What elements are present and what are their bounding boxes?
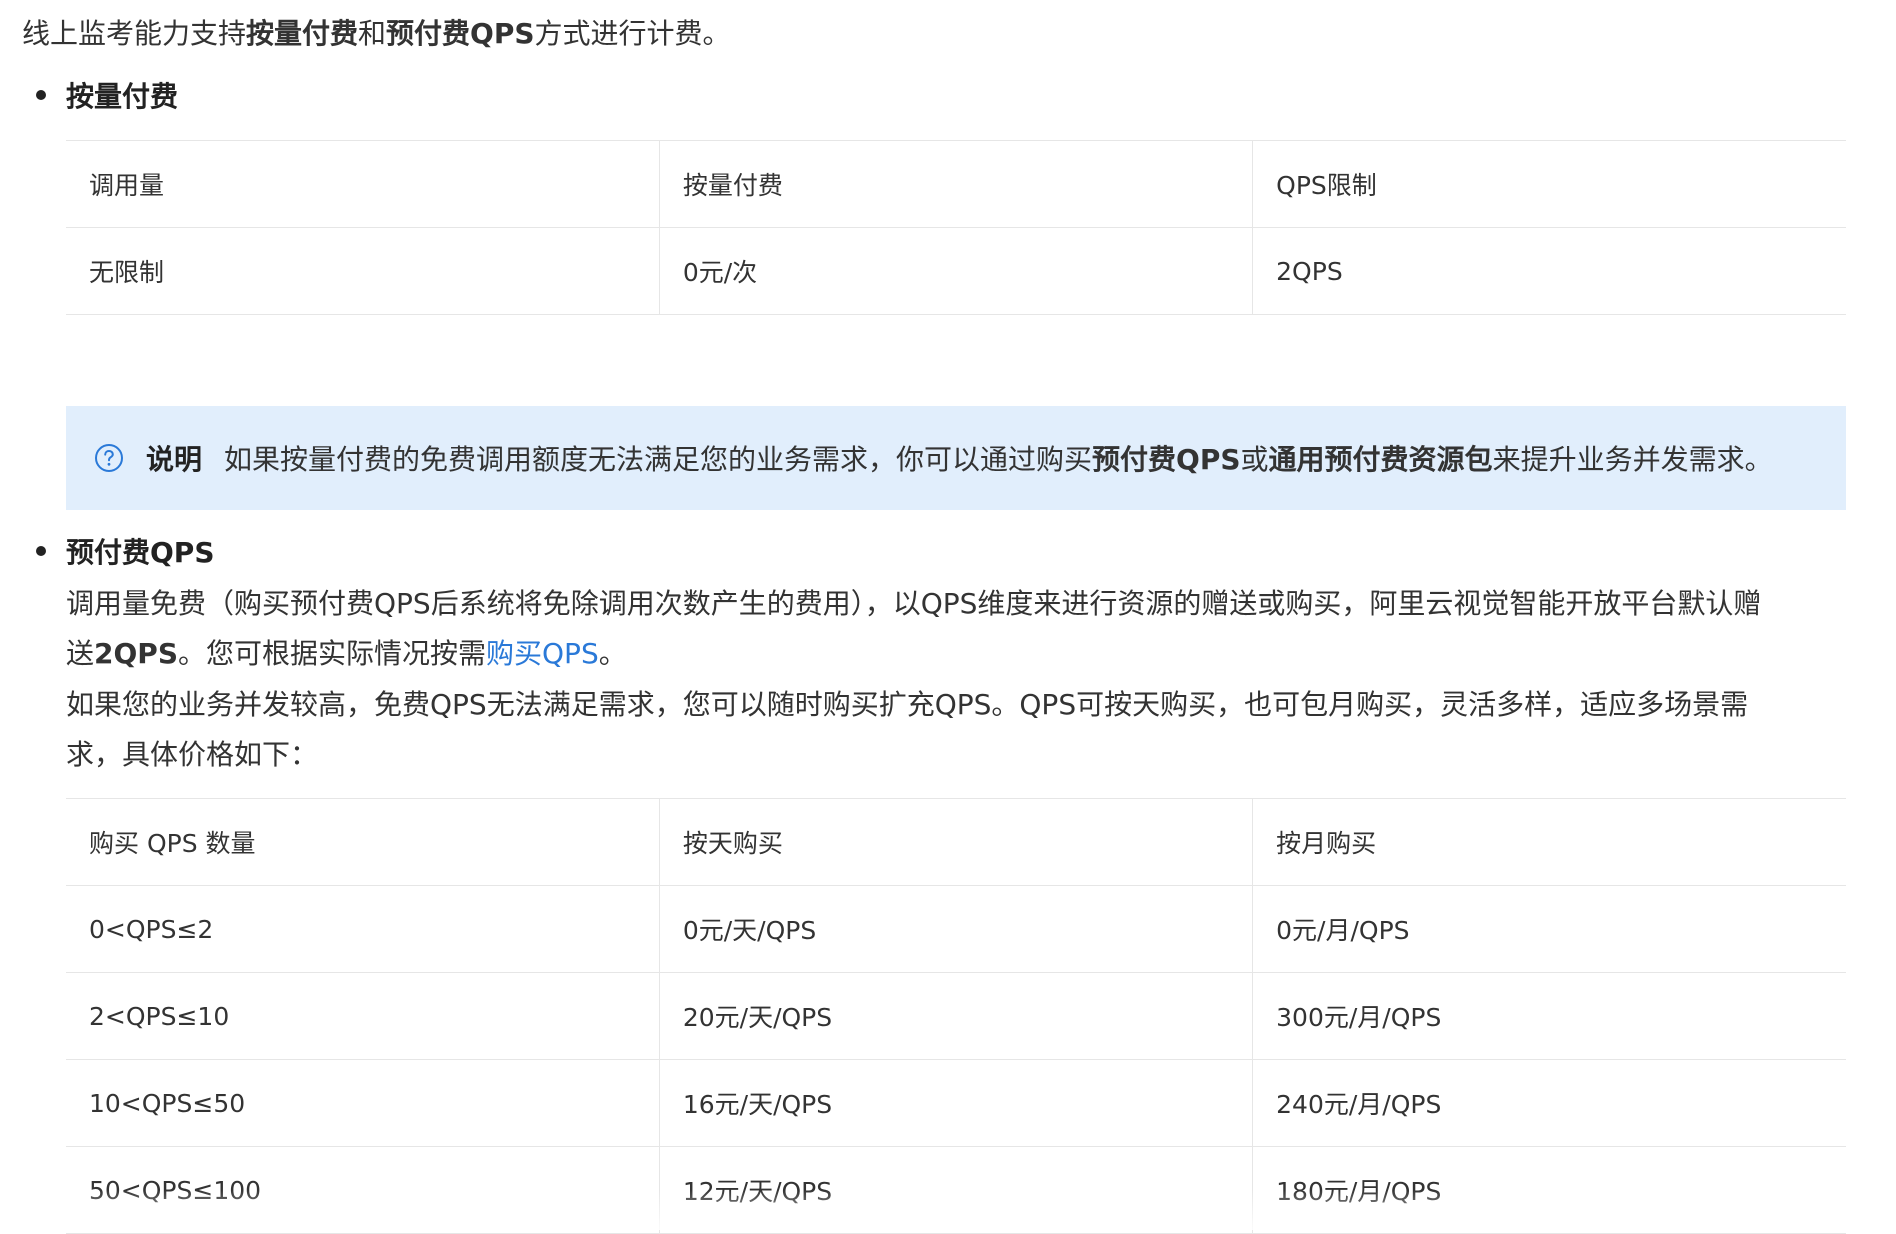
buy-qps-link[interactable]: 购买QPS	[486, 637, 599, 670]
note-title: 说明	[146, 443, 203, 476]
table-cell: 12元/天/QPS	[658, 1146, 1253, 1234]
bullet-dot	[36, 90, 46, 100]
table-header-row: 调用量 按量付费 QPS限制	[66, 140, 1846, 228]
prepaid-qps-price-table: 购买 QPS 数量 按天购买 按月购买 0<QPS≤2 0元/天/QPS 0元/…	[66, 798, 1846, 1234]
table-cell: 无限制	[66, 227, 660, 315]
intro-bold-prepaid-qps: 预付费QPS	[386, 17, 535, 50]
table-header-cell: 按月购买	[1252, 798, 1846, 886]
section2-paragraph-2: 如果您的业务并发较高，免费QPS无法满足需求，您可以随时购买扩充QPS。QPS可…	[66, 680, 1846, 780]
table-header-cell: QPS限制	[1252, 140, 1846, 228]
paragraph-text: 。您可根据实际情况按需	[178, 637, 487, 670]
note-bold-resource-pack: 通用预付费资源包	[1268, 443, 1493, 476]
section1-heading: 按量付费	[36, 77, 178, 117]
table-cell: 10<QPS≤50	[66, 1059, 660, 1147]
table-cell: 16元/天/QPS	[658, 1059, 1253, 1147]
section2-paragraph-1: 调用量免费（购买预付费QPS后系统将免除调用次数产生的费用），以QPS维度来进行…	[66, 579, 1846, 679]
paragraph-line: 送2QPS。您可根据实际情况按需购买QPS。	[66, 629, 1846, 679]
note-text-3: 来提升业务并发需求。	[1492, 443, 1773, 476]
table-cell: 0元/月/QPS	[1252, 885, 1846, 973]
paragraph-line: 如果您的业务并发较高，免费QPS无法满足需求，您可以随时购买扩充QPS。QPS可…	[66, 688, 1749, 721]
intro-text-2: 和	[358, 17, 387, 50]
table-cell: 180元/月/QPS	[1252, 1146, 1846, 1234]
table-cell: 20元/天/QPS	[658, 972, 1253, 1060]
table-header-cell: 调用量	[66, 140, 660, 228]
table-cell: 0元/次	[658, 227, 1253, 315]
section2-title: 预付费QPS	[66, 536, 215, 569]
table-row: 50<QPS≤100 12元/天/QPS 180元/月/QPS	[66, 1146, 1846, 1234]
section2-heading: 预付费QPS	[36, 533, 215, 573]
intro-text-1: 线上监考能力支持	[22, 17, 247, 50]
table-cell: 300元/月/QPS	[1252, 972, 1846, 1060]
table-header-cell: 按天购买	[658, 798, 1253, 886]
table-row: 无限制 0元/次 2QPS	[66, 227, 1846, 315]
table-cell: 2<QPS≤10	[66, 972, 660, 1060]
note-box: 说明 如果按量付费的免费调用额度无法满足您的业务需求，你可以通过购买预付费QPS…	[66, 406, 1846, 510]
table-row: 10<QPS≤50 16元/天/QPS 240元/月/QPS	[66, 1059, 1846, 1147]
paragraph-line: 调用量免费（购买预付费QPS后系统将免除调用次数产生的费用），以QPS维度来进行…	[66, 587, 1762, 620]
table-header-row: 购买 QPS 数量 按天购买 按月购买	[66, 798, 1846, 886]
table-cell: 50<QPS≤100	[66, 1146, 660, 1234]
paragraph-text: 送	[66, 637, 95, 670]
paragraph-bold-2qps: 2QPS	[94, 637, 178, 670]
table-cell: 240元/月/QPS	[1252, 1059, 1846, 1147]
section1-title: 按量付费	[66, 80, 179, 113]
document-page: 线上监考能力支持按量付费和预付费QPS方式进行计费。 按量付费 调用量 按量付费…	[0, 0, 1896, 1234]
table-cell: 0<QPS≤2	[66, 885, 660, 973]
question-circle-icon	[95, 444, 123, 472]
table-cell: 0元/天/QPS	[658, 885, 1253, 973]
pay-as-you-go-table: 调用量 按量付费 QPS限制 无限制 0元/次 2QPS	[66, 140, 1846, 315]
paragraph-line: 求，具体价格如下：	[66, 738, 319, 771]
table-header-cell: 按量付费	[658, 140, 1253, 228]
intro-paragraph: 线上监考能力支持按量付费和预付费QPS方式进行计费。	[22, 14, 731, 54]
note-bold-prepaid-qps: 预付费QPS	[1092, 443, 1241, 476]
note-text-1: 如果按量付费的免费调用额度无法满足您的业务需求，你可以通过购买	[224, 443, 1093, 476]
table-row: 0<QPS≤2 0元/天/QPS 0元/月/QPS	[66, 885, 1846, 973]
paragraph-text: 。	[598, 637, 627, 670]
table-row: 2<QPS≤10 20元/天/QPS 300元/月/QPS	[66, 972, 1846, 1060]
bullet-dot	[36, 546, 46, 556]
note-text: 如果按量付费的免费调用额度无法满足您的业务需求，你可以通过购买预付费QPS或通用…	[224, 438, 1773, 478]
table-header-cell: 购买 QPS 数量	[66, 798, 660, 886]
table-cell: 2QPS	[1252, 227, 1846, 315]
note-text-2: 或	[1240, 443, 1269, 476]
intro-text-3: 方式进行计费。	[534, 17, 731, 50]
intro-bold-pay-as-you-go: 按量付费	[246, 17, 359, 50]
